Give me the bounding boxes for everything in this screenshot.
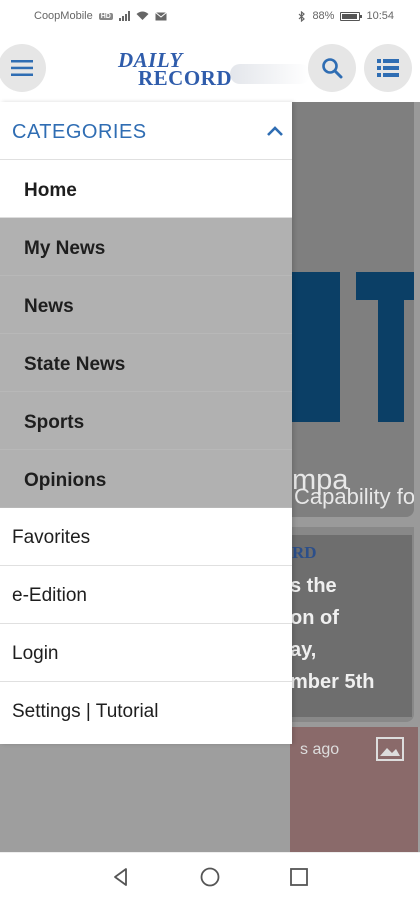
category-label: Home bbox=[24, 180, 77, 201]
home-icon[interactable] bbox=[198, 865, 222, 889]
menu-item-e-edition[interactable]: e-Edition bbox=[0, 566, 292, 624]
category-label: News bbox=[24, 296, 74, 317]
article-line: on of bbox=[290, 607, 339, 629]
app-bar: DAILY RECORD bbox=[0, 34, 420, 102]
menu-item-favorites[interactable]: Favorites bbox=[0, 508, 292, 566]
search-icon bbox=[322, 58, 343, 79]
menu-item-settings-tutorial[interactable]: Settings | Tutorial bbox=[0, 682, 292, 740]
article-line: ay, bbox=[290, 639, 317, 661]
category-label: Opinions bbox=[24, 470, 107, 491]
categories-header[interactable]: CATEGORIES bbox=[0, 102, 292, 160]
navigation-drawer: CATEGORIES Home My News News State News … bbox=[0, 102, 292, 744]
category-label: My News bbox=[24, 238, 106, 259]
featured-image bbox=[290, 272, 414, 422]
category-opinions[interactable]: Opinions bbox=[0, 450, 292, 508]
menu-item-login[interactable]: Login bbox=[0, 624, 292, 682]
carrier-name: CoopMobile bbox=[34, 10, 93, 22]
category-label: Sports bbox=[24, 412, 85, 433]
carrier-badge: HD bbox=[98, 12, 113, 20]
article-line: mber 5th bbox=[290, 671, 375, 693]
battery-percent: 88% bbox=[312, 10, 335, 22]
signal-icon bbox=[118, 11, 130, 21]
article-list-item[interactable]: s ago bbox=[0, 727, 420, 852]
clock: 10:54 bbox=[366, 10, 394, 22]
category-my-news[interactable]: My News bbox=[0, 218, 292, 276]
category-home[interactable]: Home bbox=[0, 160, 292, 218]
list-icon bbox=[377, 59, 399, 77]
article-logo: RD bbox=[292, 543, 317, 562]
category-sports[interactable]: Sports bbox=[0, 392, 292, 450]
system-navigation-bar bbox=[0, 852, 420, 900]
image-icon bbox=[376, 737, 404, 761]
search-button[interactable] bbox=[308, 44, 356, 92]
chevron-up-icon bbox=[267, 126, 283, 136]
battery-icon bbox=[340, 11, 363, 21]
featured-subtitle: Capability for th... bbox=[294, 484, 414, 509]
category-news[interactable]: News bbox=[0, 276, 292, 334]
recents-icon[interactable] bbox=[287, 865, 311, 889]
category-label: State News bbox=[24, 354, 126, 375]
menu-item-label: e-Edition bbox=[12, 585, 87, 606]
article-time: s ago bbox=[300, 741, 340, 758]
menu-item-label: Favorites bbox=[12, 527, 91, 548]
menu-button[interactable] bbox=[0, 44, 46, 92]
back-icon[interactable] bbox=[109, 865, 133, 889]
status-bar: CoopMobile HD 88% 10:54 bbox=[0, 0, 420, 34]
mail-icon bbox=[155, 11, 167, 20]
categories-title: CATEGORIES bbox=[12, 121, 147, 143]
bluetooth-icon bbox=[299, 10, 306, 22]
list-view-button[interactable] bbox=[364, 44, 412, 92]
menu-item-label: Settings | Tutorial bbox=[12, 701, 159, 722]
hamburger-icon bbox=[11, 60, 33, 76]
menu-item-label: Login bbox=[12, 643, 59, 664]
daily-record-logo[interactable]: DAILY RECORD bbox=[100, 46, 310, 94]
article-line: s the bbox=[290, 575, 337, 597]
wifi-icon bbox=[136, 11, 149, 20]
category-state-news[interactable]: State News bbox=[0, 334, 292, 392]
logo-line2: RECORD bbox=[138, 66, 233, 90]
